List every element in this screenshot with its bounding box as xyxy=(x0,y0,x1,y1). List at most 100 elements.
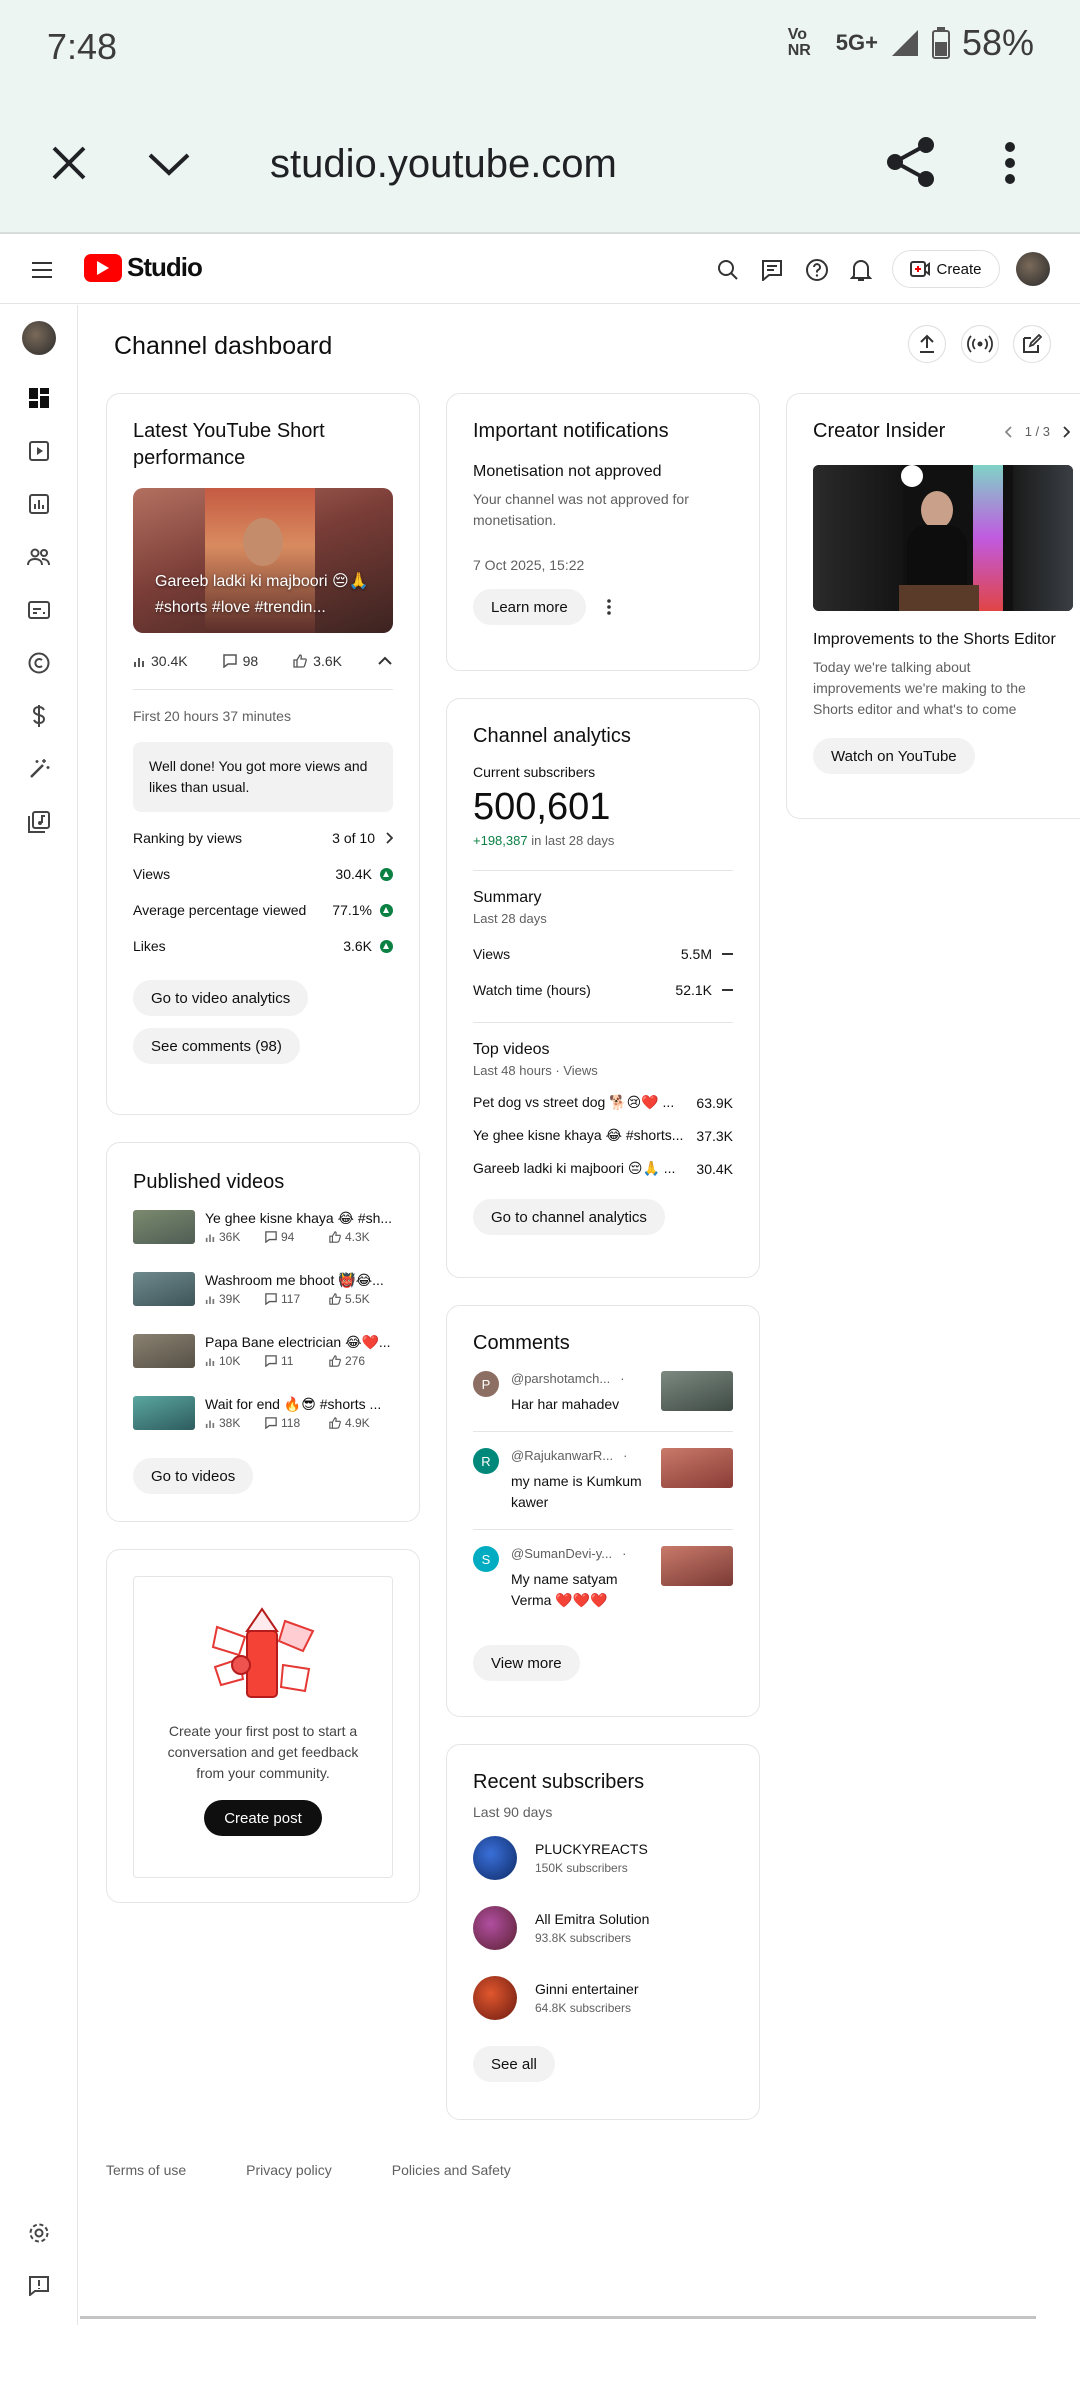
sidebar-item-audio-library[interactable] xyxy=(24,807,54,837)
subscriber-count: 64.8K subscribers xyxy=(535,2001,632,2015)
top-video-row[interactable]: Ye ghee kisne khaya 😂 #shorts... 37.3K xyxy=(473,1127,733,1144)
subscriber-count: 93.8K subscribers xyxy=(535,1931,632,1945)
video-title: Papa Bane electrician 😂❤️... xyxy=(205,1334,391,1350)
chevron-right-icon[interactable] xyxy=(1062,425,1070,438)
privacy-link[interactable]: Privacy policy xyxy=(246,2162,332,2178)
terms-link[interactable]: Terms of use xyxy=(106,2162,186,2178)
thumbs-up-icon xyxy=(329,1231,341,1243)
published-video-row[interactable]: Wait for end 🔥😎 #shorts ... 38K 118 4.9K xyxy=(133,1396,393,1432)
views-bar-icon xyxy=(205,1296,215,1304)
channel-avatar[interactable] xyxy=(22,321,56,355)
create-post-button[interactable]: Create post xyxy=(204,1800,322,1836)
notification-body: Your channel was not approved for moneti… xyxy=(473,491,689,528)
short-views: 30.4K xyxy=(151,653,188,669)
account-avatar[interactable] xyxy=(1016,252,1050,286)
comment-video-thumbnail[interactable] xyxy=(661,1546,733,1586)
subscriber-avatar xyxy=(473,1836,517,1880)
gear-icon xyxy=(29,2223,49,2243)
published-video-row[interactable]: Washroom me bhoot 👹😂... 39K 117 5.5K xyxy=(133,1272,393,1308)
sidebar-item-content[interactable] xyxy=(24,436,54,466)
insider-video-description: Today we're talking about improvements w… xyxy=(813,659,1026,717)
short-likes: 3.6K xyxy=(313,653,342,669)
footer: Terms of use Privacy policy Policies and… xyxy=(106,2162,511,2178)
commenter-avatar: S xyxy=(473,1546,499,1572)
short-overlay-title: Gareeb ladki ki majboori 😔🙏 #shorts #lov… xyxy=(155,573,369,616)
browser-more-button[interactable] xyxy=(990,138,1030,188)
sidebar-item-settings[interactable] xyxy=(24,2218,54,2248)
page-title: Channel dashboard xyxy=(114,332,333,360)
studio-logo[interactable]: Studio xyxy=(84,252,203,283)
address-bar[interactable]: studio.youtube.com xyxy=(270,142,617,187)
go-live-button[interactable] xyxy=(961,325,999,363)
see-all-button[interactable]: See all xyxy=(473,2046,555,2082)
subscriber-item[interactable]: Ginni entertainer 64.8K subscribers xyxy=(473,1976,733,2020)
insider-video-title[interactable]: Improvements to the Shorts Editor xyxy=(813,631,1060,649)
watch-on-youtube-button[interactable]: Watch on YouTube xyxy=(813,738,975,774)
go-to-video-analytics-button[interactable]: Go to video analytics xyxy=(133,980,309,1016)
upload-video-button[interactable] xyxy=(908,325,946,363)
published-video-row[interactable]: Ye ghee kisne khaya 😂 #sh... 36K 94 4.3K xyxy=(133,1210,393,1246)
sidebar-item-dashboard[interactable] xyxy=(24,383,54,413)
search-button[interactable] xyxy=(714,256,742,284)
learn-more-button[interactable]: Learn more xyxy=(473,589,586,625)
subscriber-item[interactable]: PLUCKYREACTS 150K subscribers xyxy=(473,1836,733,1880)
top-video-row[interactable]: Pet dog vs street dog 🐕😢❤️ ... 63.9K xyxy=(473,1094,733,1111)
go-to-channel-analytics-button[interactable]: Go to channel analytics xyxy=(473,1199,665,1235)
ranking-row[interactable]: Ranking by views 3 of 10 xyxy=(133,830,393,846)
period-label: First 20 hours 37 minutes xyxy=(133,708,291,724)
subscriber-item[interactable]: All Emitra Solution 93.8K subscribers xyxy=(473,1906,733,1950)
create-label: Create xyxy=(936,260,982,278)
feedback-button[interactable] xyxy=(758,256,786,284)
comments-card: Comments P @parshotamch... · Har har maha… xyxy=(446,1305,760,1717)
studio-topbar: Studio Create xyxy=(0,236,1080,304)
view-more-button[interactable]: View more xyxy=(473,1645,580,1681)
see-comments-button[interactable]: See comments (98) xyxy=(133,1028,300,1064)
help-button[interactable] xyxy=(803,256,831,284)
magic-wand-icon xyxy=(30,759,50,778)
share-button[interactable] xyxy=(886,134,936,190)
metric-row: Average percentage viewed 77.1% xyxy=(133,902,393,918)
comment-video-thumbnail[interactable] xyxy=(661,1371,733,1411)
card-title: Published videos xyxy=(133,1171,285,1193)
comment-item[interactable]: P @parshotamch... · Har har mahadev xyxy=(473,1371,733,1432)
policies-link[interactable]: Policies and Safety xyxy=(392,2162,511,2178)
chevron-left-icon[interactable] xyxy=(1004,425,1013,438)
create-button[interactable]: Create xyxy=(892,250,1000,288)
audio-library-icon xyxy=(28,811,50,833)
comment-video-thumbnail[interactable] xyxy=(661,1448,733,1488)
status-time: 7:48 xyxy=(47,26,118,67)
comment-text: My name satyam Verma ❤️❤️❤️ xyxy=(511,1571,618,1608)
more-vert-icon[interactable] xyxy=(606,599,612,615)
go-to-videos-button[interactable]: Go to videos xyxy=(133,1458,254,1494)
chevron-up-icon[interactable] xyxy=(377,656,393,666)
notifications-button[interactable] xyxy=(847,256,875,284)
horizontal-scrollbar[interactable] xyxy=(80,2316,1036,2319)
search-icon xyxy=(718,260,738,280)
sidebar-item-subtitles[interactable] xyxy=(24,595,54,625)
menu-dropdown-button[interactable] xyxy=(146,144,192,184)
close-tab-button[interactable] xyxy=(46,140,92,186)
notification-heading: Monetisation not approved xyxy=(473,463,662,480)
comment-feedback-icon xyxy=(762,260,782,281)
sidebar-item-send-feedback[interactable] xyxy=(24,2271,54,2301)
youtube-logo-icon xyxy=(84,253,122,282)
short-thumbnail[interactable]: Gareeb ladki ki majboori 😔🙏 #shorts #lov… xyxy=(133,488,393,633)
sidebar-item-community[interactable] xyxy=(24,542,54,572)
published-video-row[interactable]: Papa Bane electrician 😂❤️... 10K 11 276 xyxy=(133,1334,393,1370)
top-video-row[interactable]: Gareeb ladki ki majboori 😔🙏 ... 30.4K xyxy=(473,1160,733,1177)
sidebar-item-copyright[interactable] xyxy=(24,648,54,678)
chevron-right-icon xyxy=(386,832,393,844)
sidebar-item-analytics[interactable] xyxy=(24,489,54,519)
comment-author: @RajukanwarR... xyxy=(511,1448,614,1463)
battery-level: 58% xyxy=(961,22,1034,63)
sidebar-item-customisation[interactable] xyxy=(24,754,54,784)
thumbs-up-icon xyxy=(329,1417,341,1429)
sidebar-item-earn[interactable] xyxy=(24,701,54,731)
hamburger-menu-button[interactable] xyxy=(28,256,56,284)
comment-item[interactable]: R @RajukanwarR... · my name is Kumkum kaw… xyxy=(473,1448,733,1530)
signal-icon xyxy=(891,30,918,56)
insider-video-thumbnail[interactable] xyxy=(813,465,1073,611)
comment-item[interactable]: S @SumanDevi-y... · My name satyam Verma … xyxy=(473,1546,733,1627)
create-post-header-button[interactable] xyxy=(1013,325,1051,363)
top-videos-title: Top videos xyxy=(473,1041,550,1058)
